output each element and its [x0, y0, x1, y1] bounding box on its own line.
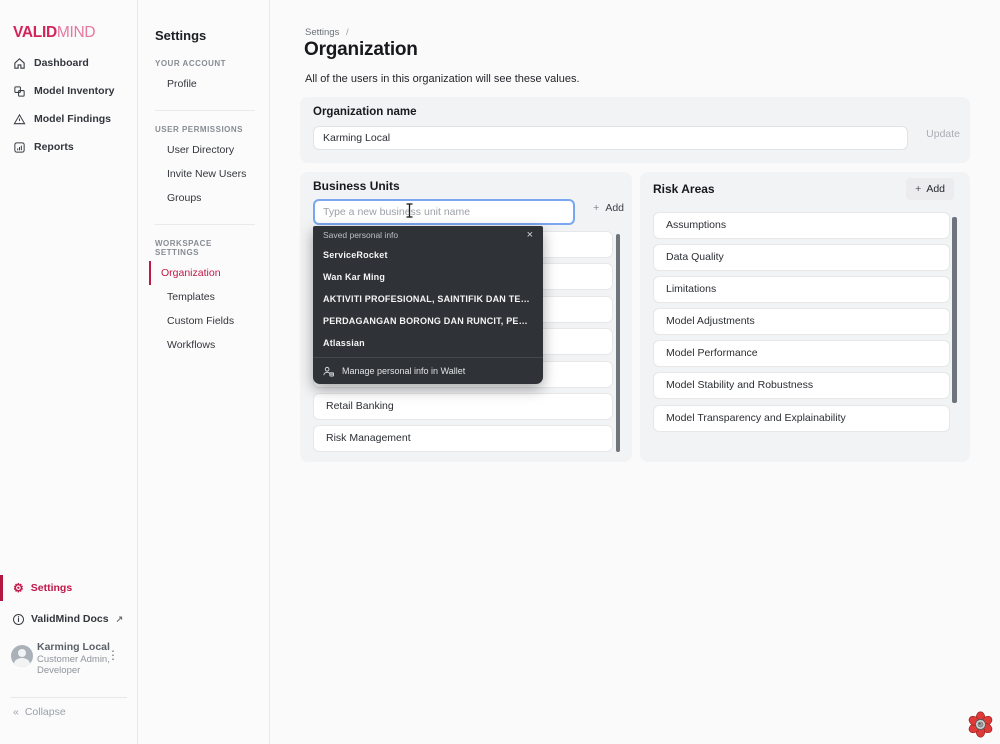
logo-bold-text: VALID: [13, 24, 57, 41]
risk-areas-panel: Risk Areas + Add Assumptions Data Qualit…: [640, 172, 970, 462]
cubes-icon: [14, 85, 25, 97]
add-risk-area-button[interactable]: + Add: [906, 178, 954, 200]
settings-sidebar-title: Settings: [155, 28, 207, 43]
risk-area-row[interactable]: Model Transparency and Explainability: [653, 404, 950, 432]
user-profile[interactable]: Karming Local Customer Admin, Developer …: [0, 636, 137, 684]
external-link-icon: ↗: [115, 613, 124, 624]
group-header: USER PERMISSIONS: [155, 125, 244, 134]
organization-name-input[interactable]: [313, 126, 908, 150]
sidebar-item-label: Model Inventory: [34, 85, 115, 97]
business-units-scrollbar[interactable]: [616, 234, 620, 452]
risk-areas-scrollbar[interactable]: [952, 217, 957, 403]
organization-name-label: Organization name: [313, 106, 417, 118]
breadcrumb: Settings /: [305, 27, 349, 38]
business-unit-row[interactable]: Risk Management: [313, 425, 613, 453]
business-unit-row[interactable]: Retail Banking: [313, 392, 613, 420]
autofill-dropdown: Saved personal info × ServiceRocket Wan …: [313, 226, 543, 384]
settings-item-templates[interactable]: Templates: [155, 285, 255, 309]
risk-area-row[interactable]: Assumptions: [653, 212, 950, 239]
close-icon[interactable]: ×: [527, 229, 533, 241]
settings-item-workflows[interactable]: Workflows: [155, 333, 255, 357]
settings-label: Settings: [30, 582, 73, 594]
risk-area-row[interactable]: Limitations: [653, 276, 950, 304]
update-button[interactable]: Update: [926, 128, 960, 140]
settings-sidebar: Settings YOUR ACCOUNT Profile USER PERMI…: [139, 0, 270, 744]
main-content: Settings / Organization All of the users…: [271, 0, 1000, 744]
bar-chart-icon: [14, 141, 25, 153]
avatar: [11, 645, 33, 667]
home-icon: [14, 57, 25, 69]
business-unit-input[interactable]: [313, 199, 575, 225]
sidebar-item-model-inventory[interactable]: Model Inventory: [0, 78, 137, 104]
organization-name-panel: Organization name Update: [300, 97, 970, 163]
settings-group-your-account: YOUR ACCOUNT Profile: [155, 59, 255, 96]
autofill-item[interactable]: Atlassian: [313, 332, 543, 354]
settings-item-organization[interactable]: Organization: [149, 261, 255, 285]
manage-wallet-label: Manage personal info in Wallet: [342, 366, 466, 376]
breadcrumb-settings[interactable]: Settings: [305, 27, 339, 38]
autofill-item[interactable]: ServiceRocket: [313, 244, 543, 266]
main-nav: Dashboard Model Inventory Model Findings…: [0, 50, 137, 162]
autofill-header: Saved personal info ×: [313, 226, 543, 244]
plus-icon: +: [593, 202, 600, 214]
sidebar-item-model-findings[interactable]: Model Findings: [0, 106, 137, 132]
settings-item-custom-fields[interactable]: Custom Fields: [155, 309, 255, 333]
sidebar-item-reports[interactable]: Reports: [0, 134, 137, 160]
risk-area-row[interactable]: Model Adjustments: [653, 308, 950, 336]
risk-areas-title: Risk Areas: [653, 182, 715, 196]
autofill-item[interactable]: Wan Kar Ming: [313, 266, 543, 288]
risk-areas-list: Assumptions Data Quality Limitations Mod…: [653, 212, 950, 437]
chevrons-left-icon: «: [13, 706, 19, 718]
autofill-item[interactable]: AKTIVITI PROFESIONAL, SAINTIFIK DAN TEKN…: [313, 288, 543, 310]
settings-group-user-permissions: USER PERMISSIONS User Directory Invite N…: [155, 110, 255, 210]
group-header: YOUR ACCOUNT: [155, 59, 227, 68]
group-header: WORKSPACE SETTINGS: [155, 239, 212, 257]
sidebar-item-label: Model Findings: [34, 113, 111, 125]
gear-icon: ⚙: [13, 581, 24, 595]
page-title: Organization: [304, 39, 418, 60]
business-units-title: Business Units: [313, 179, 400, 193]
sidebar-item-settings[interactable]: ⚙ Settings: [0, 575, 137, 601]
collapse-button[interactable]: « Collapse: [13, 706, 66, 718]
validmind-logo[interactable]: VALIDMIND: [13, 24, 96, 42]
plus-icon: +: [915, 183, 922, 195]
docs-label: ValidMind Docs: [31, 613, 109, 625]
sidebar-item-label: Dashboard: [34, 57, 89, 69]
risk-area-row[interactable]: Data Quality: [653, 244, 950, 272]
add-label: Add: [926, 183, 945, 195]
add-business-unit-button[interactable]: + Add: [593, 202, 624, 214]
logo-light-text: MIND: [56, 24, 96, 41]
autofill-item[interactable]: PERDAGANGAN BORONG DAN RUNCIT, PEMBAIKAN…: [313, 310, 543, 332]
wallet-person-icon: [323, 366, 334, 376]
ellipsis-vertical-icon[interactable]: ⋮: [107, 648, 119, 662]
settings-item-invite-new-users[interactable]: Invite New Users: [155, 162, 255, 186]
add-label: Add: [605, 202, 624, 214]
risk-area-row[interactable]: Model Stability and Robustness: [653, 372, 950, 400]
screen-recording-icon[interactable]: [967, 711, 994, 738]
user-role: Customer Admin,: [37, 654, 110, 665]
info-icon: i: [13, 613, 24, 625]
sidebar-item-label: Reports: [34, 141, 74, 153]
sidebar-item-dashboard[interactable]: Dashboard: [0, 50, 137, 76]
page-subtitle: All of the users in this organization wi…: [305, 73, 580, 85]
autofill-header-label: Saved personal info: [323, 230, 399, 240]
sidebar-bottom: ⚙ Settings i ValidMind Docs ↗ Karming Lo…: [0, 575, 137, 744]
text-cursor-icon: [406, 203, 413, 218]
manage-wallet-button[interactable]: Manage personal info in Wallet: [313, 358, 543, 384]
breadcrumb-separator: /: [345, 27, 349, 38]
main-sidebar: VALIDMIND Dashboard Model Inventory Mode…: [0, 0, 138, 744]
warning-triangle-icon: [13, 113, 26, 124]
settings-item-groups[interactable]: Groups: [155, 186, 255, 210]
settings-item-user-directory[interactable]: User Directory: [155, 138, 255, 162]
collapse-label: Collapse: [24, 706, 66, 718]
settings-group-workspace-settings: WORKSPACE SETTINGS Organization Template…: [149, 224, 255, 357]
sidebar-item-validmind-docs[interactable]: i ValidMind Docs ↗: [0, 607, 137, 631]
settings-item-profile[interactable]: Profile: [155, 72, 255, 96]
user-role: Developer: [37, 665, 81, 676]
divider: [10, 697, 127, 698]
user-name: Karming Local: [37, 641, 110, 653]
risk-area-row[interactable]: Model Performance: [653, 340, 950, 368]
